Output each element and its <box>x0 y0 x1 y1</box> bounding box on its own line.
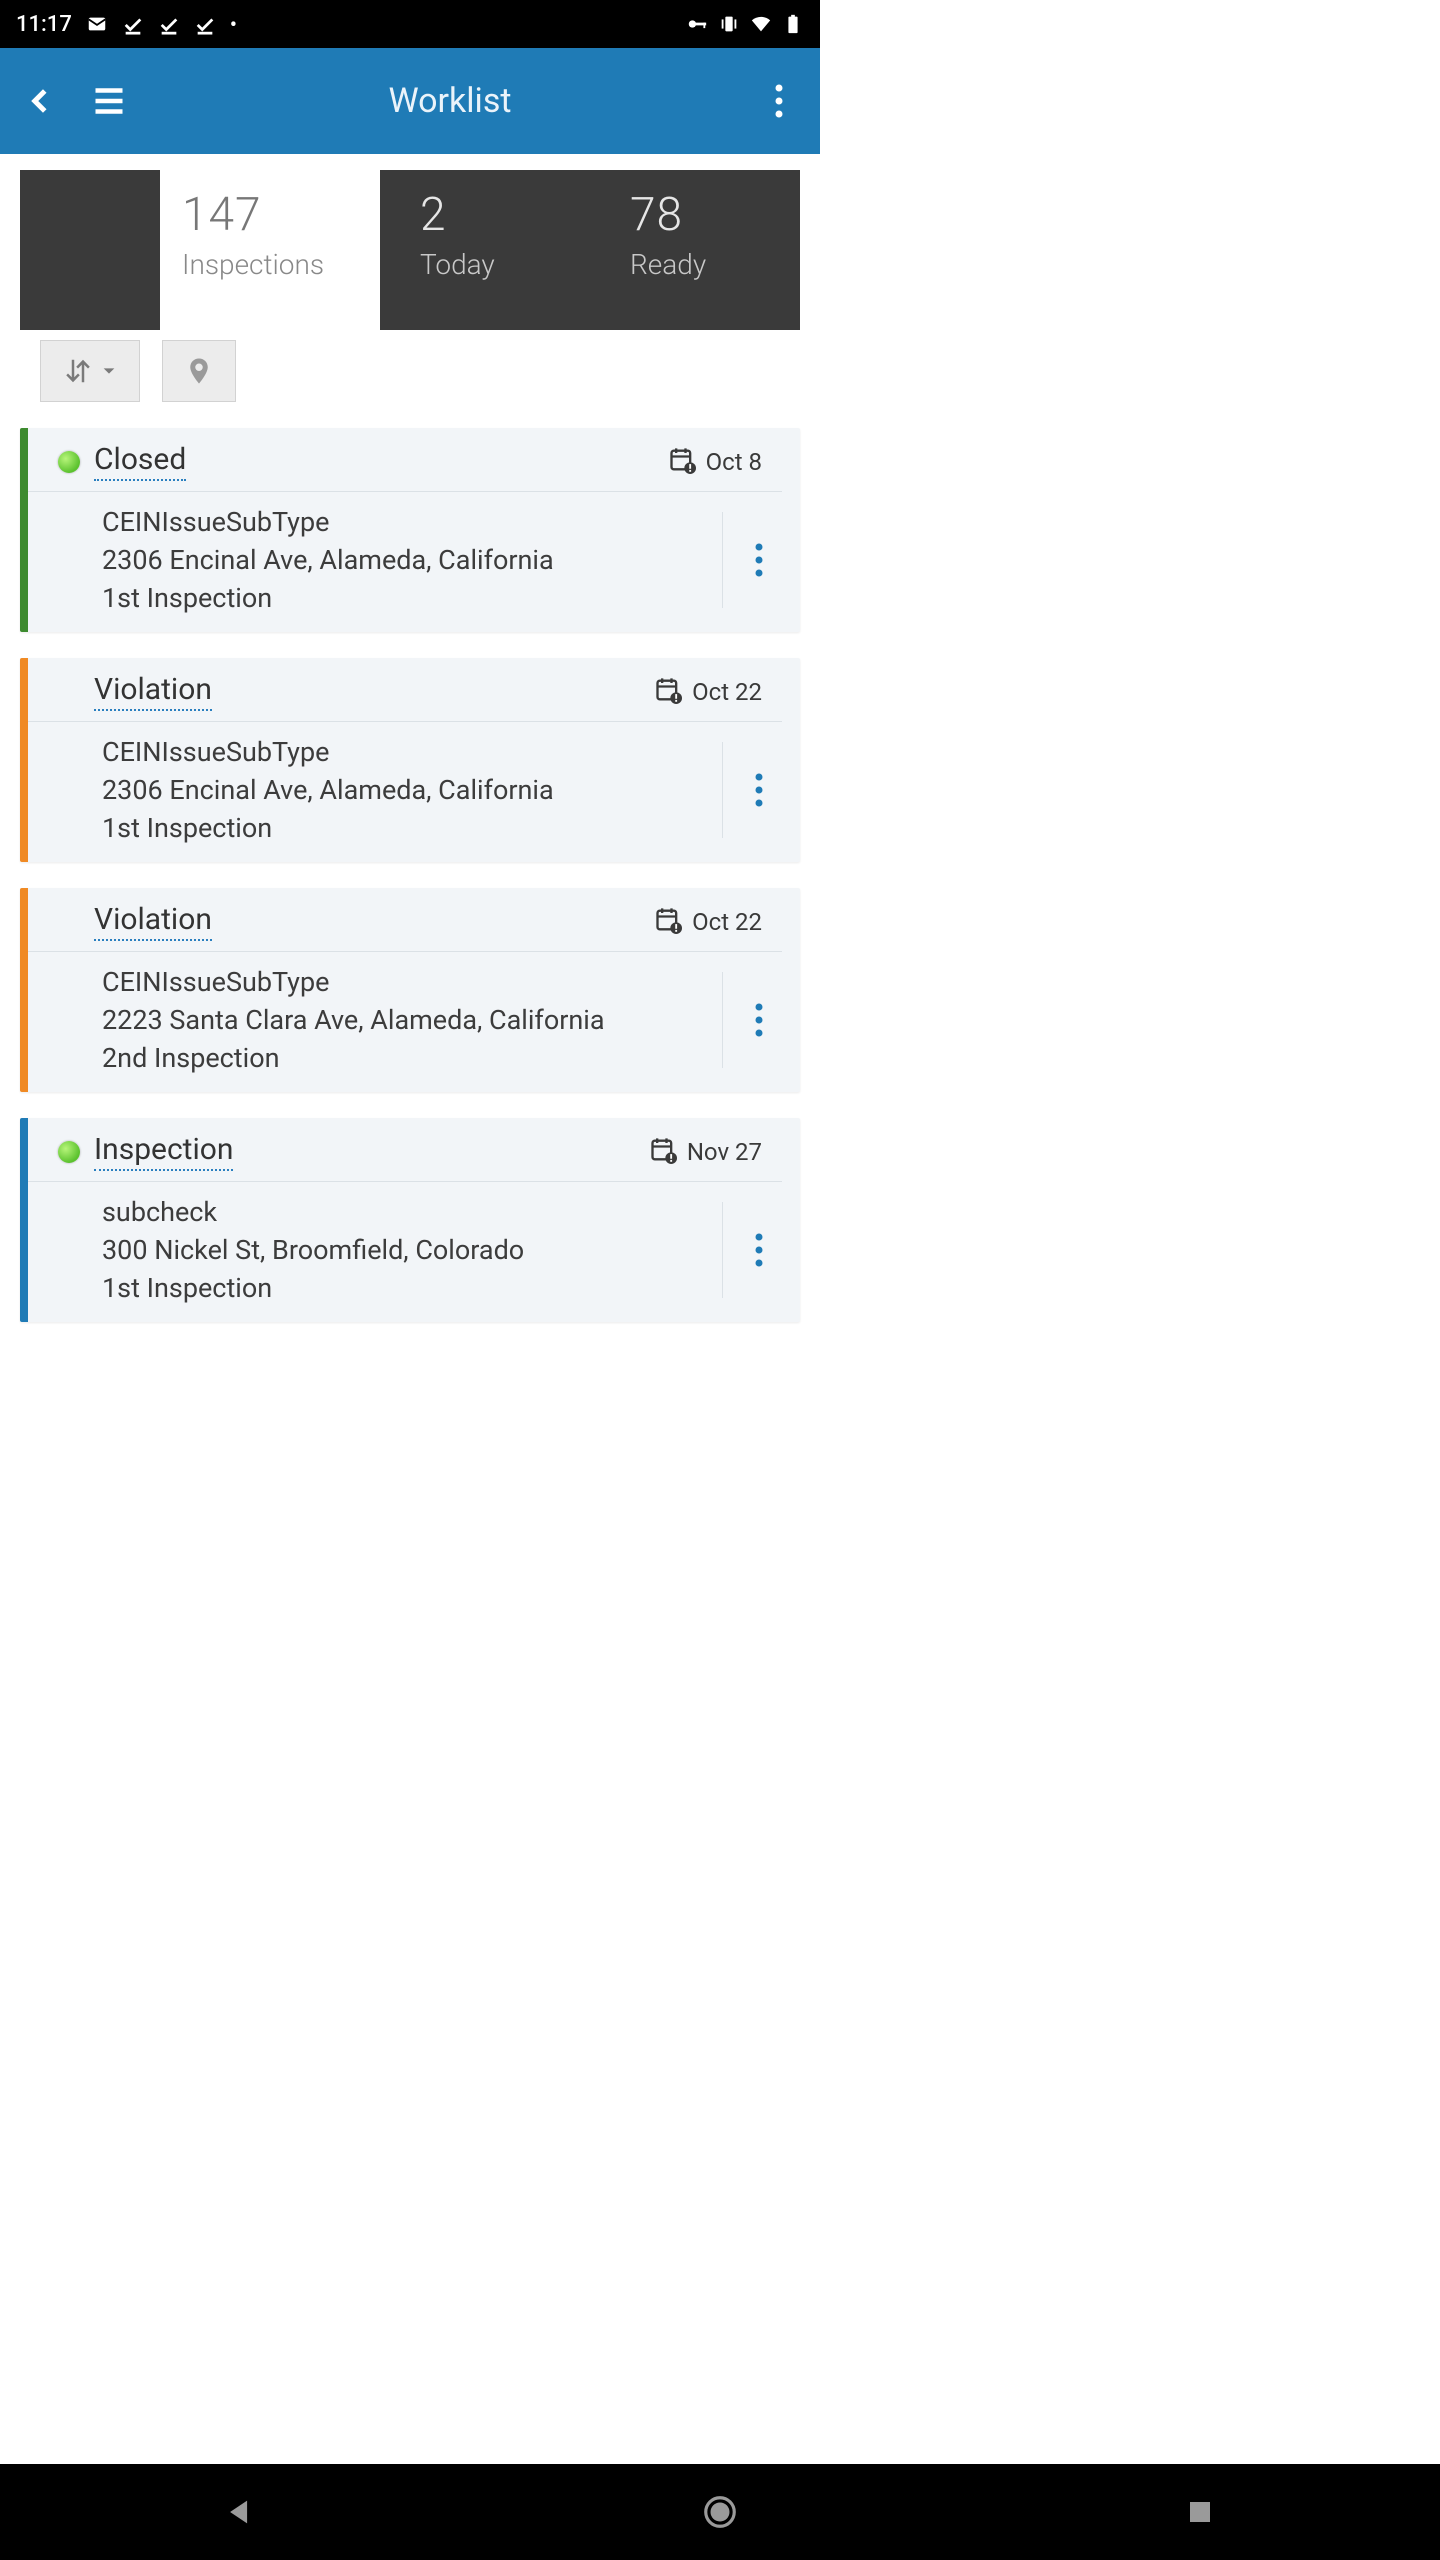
card-header: Violation Oct 22 <box>20 888 782 952</box>
card-action-menu[interactable] <box>722 512 794 608</box>
inspections-count: 147 <box>182 188 350 242</box>
nav-home-button[interactable] <box>690 2482 750 2542</box>
check-icon <box>194 13 216 35</box>
card-date: Nov 27 <box>687 1138 762 1166</box>
card-status-label[interactable]: Closed <box>94 442 186 481</box>
card-status-label[interactable]: Inspection <box>94 1132 233 1171</box>
status-bar: 11:17 • <box>0 0 820 48</box>
card-action-menu[interactable] <box>722 972 794 1068</box>
calendar-alert-icon <box>649 1136 677 1168</box>
card-status-label[interactable]: Violation <box>94 672 212 711</box>
vertical-dots-icon <box>755 773 763 807</box>
calendar-alert-icon <box>668 446 696 478</box>
card-header: Inspection Nov 27 <box>20 1118 782 1182</box>
card-subtype: CEINIssueSubType <box>102 506 722 538</box>
inspection-card[interactable]: Violation Oct 22 CEINIssueSubType 2223 S… <box>20 888 800 1092</box>
summary-row: 147 Inspections 2 Today 78 Ready <box>0 154 820 330</box>
card-action-menu[interactable] <box>722 742 794 838</box>
card-inspection: 1st Inspection <box>102 582 722 614</box>
inspections-label: Inspections <box>182 248 350 281</box>
sort-button[interactable] <box>40 340 140 402</box>
ready-count: 78 <box>630 188 790 242</box>
summary-tile-inspections[interactable]: 147 Inspections <box>160 170 360 330</box>
today-label: Today <box>420 248 580 281</box>
nav-back-button[interactable] <box>210 2482 270 2542</box>
calendar-alert-icon <box>654 906 682 938</box>
map-pin-button[interactable] <box>162 340 236 402</box>
nav-recents-button[interactable] <box>1170 2482 1230 2542</box>
card-body-text: subcheck 300 Nickel St, Broomfield, Colo… <box>102 1196 722 1304</box>
card-date: Oct 8 <box>706 448 762 476</box>
card-date: Oct 22 <box>692 678 762 706</box>
card-stripe <box>20 1118 28 1322</box>
status-dot-icon <box>58 1141 80 1163</box>
vertical-dots-icon <box>755 1233 763 1267</box>
check-icon <box>158 13 180 35</box>
inspection-card[interactable]: Violation Oct 22 CEINIssueSubType 2306 E… <box>20 658 800 862</box>
calendar-alert-icon <box>654 676 682 708</box>
card-stripe <box>20 888 28 1092</box>
status-dot-icon <box>58 451 80 473</box>
battery-icon <box>782 13 804 35</box>
app-bar: Worklist <box>0 48 820 154</box>
card-inspection: 2nd Inspection <box>102 1042 722 1074</box>
android-nav-bar <box>0 2464 1440 2560</box>
inspection-card[interactable]: Inspection Nov 27 subcheck 300 Nickel St… <box>20 1118 800 1322</box>
back-button[interactable] <box>18 81 64 121</box>
card-header: Violation Oct 22 <box>20 658 782 722</box>
card-address: 2306 Encinal Ave, Alameda, California <box>102 544 722 576</box>
card-address: 2223 Santa Clara Ave, Alameda, Californi… <box>102 1004 722 1036</box>
vibrate-icon <box>718 13 740 35</box>
key-icon <box>686 13 708 35</box>
status-left: 11:17 • <box>16 12 237 37</box>
card-body-text: CEINIssueSubType 2223 Santa Clara Ave, A… <box>102 966 722 1074</box>
card-subtype: subcheck <box>102 1196 722 1228</box>
today-count: 2 <box>420 188 580 242</box>
card-header: Closed Oct 8 <box>20 428 782 492</box>
toolbar-row <box>0 330 820 412</box>
card-body-text: CEINIssueSubType 2306 Encinal Ave, Alame… <box>102 506 722 614</box>
vertical-dots-icon <box>755 543 763 577</box>
cards-list: Closed Oct 8 CEINIssueSubType 2306 Encin… <box>0 412 820 1322</box>
card-stripe <box>20 658 28 862</box>
status-time: 11:17 <box>16 12 72 37</box>
mail-icon <box>86 13 108 35</box>
ready-label: Ready <box>630 248 790 281</box>
card-status-label[interactable]: Violation <box>94 902 212 941</box>
check-icon <box>122 13 144 35</box>
card-date: Oct 22 <box>692 908 762 936</box>
dot-icon: • <box>230 14 237 34</box>
summary-tile-blank[interactable] <box>20 170 160 330</box>
vertical-dots-icon <box>755 1003 763 1037</box>
inspection-card[interactable]: Closed Oct 8 CEINIssueSubType 2306 Encin… <box>20 428 800 632</box>
chevron-down-icon <box>101 363 117 379</box>
page-title: Worklist <box>144 81 756 121</box>
overflow-menu-button[interactable] <box>756 84 802 118</box>
card-inspection: 1st Inspection <box>102 1272 722 1304</box>
card-stripe <box>20 428 28 632</box>
status-right <box>686 13 804 35</box>
card-subtype: CEINIssueSubType <box>102 736 722 768</box>
hamburger-menu-button[interactable] <box>74 83 144 119</box>
card-subtype: CEINIssueSubType <box>102 966 722 998</box>
card-action-menu[interactable] <box>722 1202 794 1298</box>
card-inspection: 1st Inspection <box>102 812 722 844</box>
card-address: 2306 Encinal Ave, Alameda, California <box>102 774 722 806</box>
wifi-icon <box>750 13 772 35</box>
summary-tile-today-ready[interactable]: 2 Today 78 Ready <box>380 170 800 330</box>
card-body-text: CEINIssueSubType 2306 Encinal Ave, Alame… <box>102 736 722 844</box>
card-address: 300 Nickel St, Broomfield, Colorado <box>102 1234 722 1266</box>
